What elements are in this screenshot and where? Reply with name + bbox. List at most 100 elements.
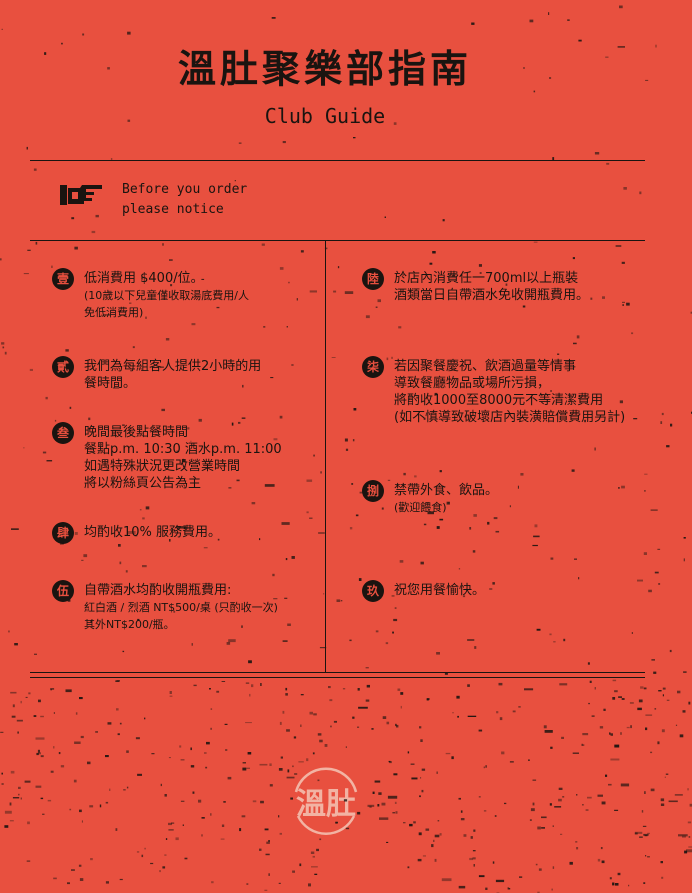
- rule-numeral-badge: 捌: [362, 480, 384, 502]
- ink-speck: [28, 692, 31, 695]
- rule-line: 晚間最後點餐時間: [84, 425, 189, 440]
- ink-speck: [10, 691, 17, 694]
- ink-speck: [469, 527, 472, 530]
- ink-speck: [587, 662, 590, 665]
- ink-speck: [621, 485, 625, 489]
- ink-speck: [210, 708, 213, 710]
- rule-text: 低消費用 $400/位。 (10歲以下兒童僅收取湯底費用/人 免低消費用): [84, 270, 249, 321]
- ink-speck: [246, 767, 250, 769]
- ink-speck: [403, 822, 406, 824]
- ink-speck: [615, 245, 622, 247]
- page-title: 溫肚聚樂部指南: [177, 46, 472, 91]
- ink-speck: [640, 686, 644, 689]
- ink-speck: [286, 729, 290, 732]
- ink-speck: [1, 772, 3, 775]
- ink-speck: [657, 741, 660, 745]
- ink-speck: [119, 722, 122, 725]
- ink-speck: [317, 733, 322, 736]
- ink-speck: [357, 726, 360, 728]
- rule-numeral-badge: 伍: [52, 580, 74, 602]
- ink-speck: [381, 507, 384, 510]
- ink-speck: [118, 544, 121, 547]
- ink-speck: [678, 834, 688, 837]
- ink-speck: [420, 561, 424, 565]
- ink-speck: [242, 762, 246, 764]
- ink-speck: [574, 558, 577, 560]
- ink-speck: [1, 783, 4, 785]
- ink-speck: [594, 152, 600, 155]
- ink-speck: [238, 142, 242, 144]
- rule-line: 低消費用 $400/位。: [84, 271, 204, 286]
- ink-speck: [190, 765, 195, 768]
- ink-speck: [210, 727, 212, 730]
- ink-speck: [16, 719, 23, 722]
- ink-speck: [597, 794, 603, 797]
- ink-speck: [601, 801, 606, 805]
- ink-speck: [300, 250, 304, 253]
- ink-speck: [160, 783, 162, 787]
- notice-line-1: Before you order: [122, 182, 248, 197]
- ink-speck: [27, 249, 31, 251]
- ink-speck: [686, 849, 692, 853]
- ink-speck: [456, 695, 460, 699]
- ink-speck: [144, 717, 146, 720]
- ink-speck: [11, 715, 16, 718]
- ink-speck: [80, 735, 84, 739]
- ink-speck: [585, 809, 589, 811]
- ink-speck: [522, 305, 526, 308]
- ink-speck: [419, 795, 421, 798]
- ink-speck: [388, 760, 391, 763]
- ink-speck: [282, 640, 288, 642]
- ink-speck: [115, 680, 120, 682]
- ink-speck: [329, 699, 333, 702]
- ink-speck: [591, 715, 595, 717]
- ink-speck: [487, 521, 490, 525]
- ink-speck: [71, 217, 75, 220]
- ink-speck: [246, 883, 249, 885]
- ink-speck: [473, 864, 475, 867]
- ink-speck: [385, 642, 389, 645]
- ink-speck: [245, 722, 252, 724]
- ink-speck: [171, 822, 175, 824]
- ink-speck: [472, 850, 476, 852]
- ink-speck: [439, 833, 442, 836]
- ink-speck: [393, 618, 398, 622]
- ink-speck: [682, 835, 686, 838]
- ink-speck: [168, 757, 171, 759]
- ink-speck: [518, 706, 521, 708]
- ink-speck: [554, 806, 562, 808]
- ink-speck: [259, 848, 262, 851]
- ink-speck: [419, 726, 422, 729]
- ink-speck: [4, 810, 12, 814]
- ink-speck: [265, 853, 270, 856]
- rule-numeral-badge: 壹: [52, 268, 74, 290]
- pointing-hand-icon: [60, 185, 102, 205]
- ink-speck: [342, 688, 346, 690]
- ink-speck: [78, 864, 82, 867]
- ink-speck: [439, 470, 442, 473]
- ink-speck: [413, 821, 416, 824]
- ink-speck: [587, 796, 592, 799]
- ink-speck: [644, 791, 646, 794]
- ink-speck: [279, 267, 284, 270]
- ink-speck: [403, 472, 406, 476]
- ink-speck: [252, 800, 257, 803]
- ink-speck: [634, 831, 643, 834]
- ink-speck: [517, 485, 519, 489]
- ink-speck: [206, 741, 210, 745]
- ink-speck: [650, 788, 655, 792]
- ink-speck: [606, 162, 610, 165]
- rule-line: 將以粉絲頁公告為主: [84, 476, 202, 491]
- ink-speck: [50, 689, 52, 691]
- ink-speck: [184, 857, 188, 860]
- ink-speck: [263, 326, 266, 328]
- ink-speck: [538, 868, 542, 871]
- ink-speck: [467, 684, 470, 687]
- ink-speck: [74, 532, 78, 535]
- rule-text: 禁帶外食、飲品。 (歡迎餵食): [394, 482, 498, 516]
- ink-speck: [377, 804, 380, 807]
- ink-speck: [561, 736, 564, 739]
- ink-speck: [684, 850, 688, 854]
- ink-speck: [653, 671, 657, 674]
- ink-speck: [661, 876, 664, 879]
